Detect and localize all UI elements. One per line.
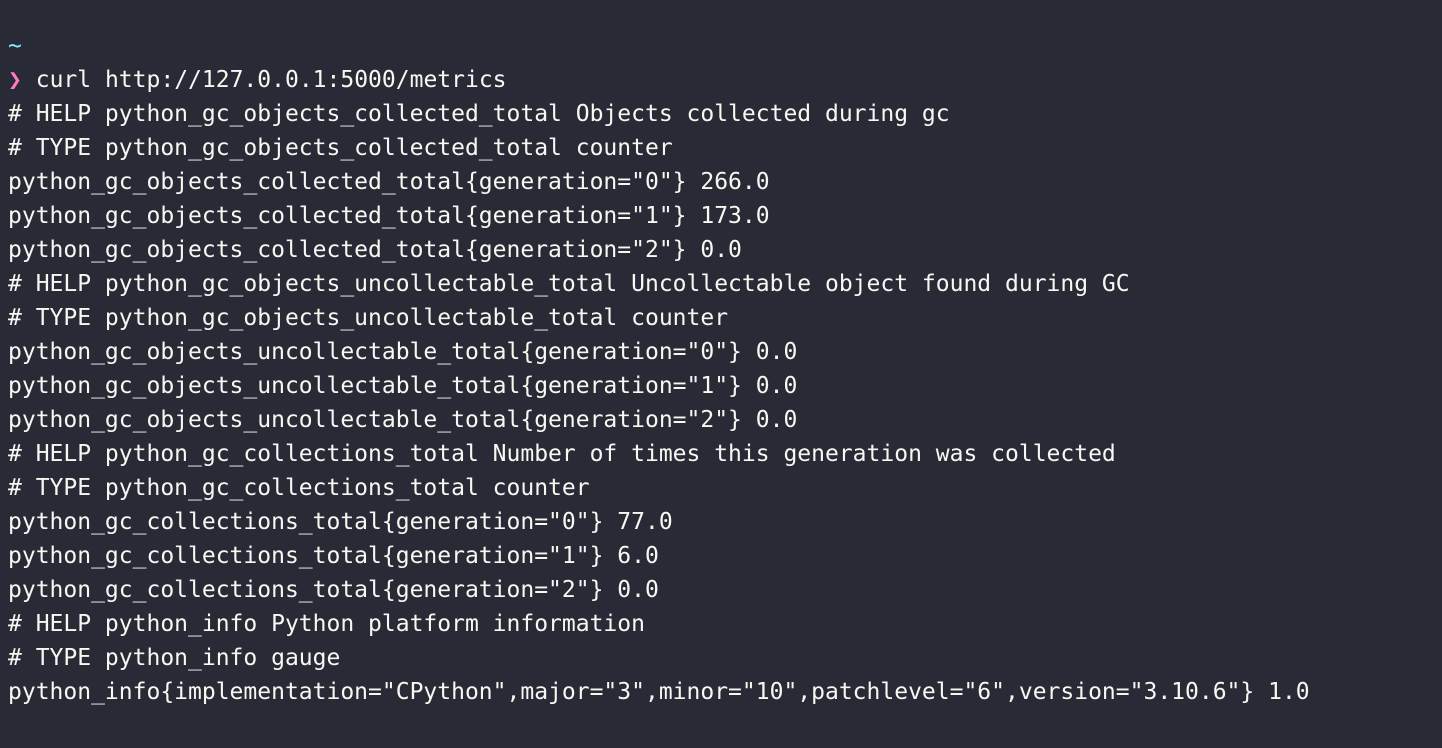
output-line: python_gc_objects_uncollectable_total{ge…	[8, 373, 798, 399]
output-line: python_gc_collections_total{generation="…	[8, 577, 659, 603]
output-line: python_gc_collections_total{generation="…	[8, 509, 673, 535]
output-line: python_gc_collections_total{generation="…	[8, 543, 659, 569]
output-line: # HELP python_gc_collections_total Numbe…	[8, 441, 1116, 467]
output-line: python_gc_objects_collected_total{genera…	[8, 169, 770, 195]
current-directory: ~	[8, 33, 22, 59]
output-line: python_gc_objects_collected_total{genera…	[8, 237, 742, 263]
command-line[interactable]: ❯ curl http://127.0.0.1:5000/metrics	[8, 63, 1442, 97]
command-output: # HELP python_gc_objects_collected_total…	[8, 97, 1442, 709]
output-line: python_gc_objects_collected_total{genera…	[8, 203, 770, 229]
output-line: # TYPE python_info gauge	[8, 645, 341, 671]
output-line: python_info{implementation="CPython",maj…	[8, 679, 1310, 705]
terminal-window[interactable]: ~ ❯ curl http://127.0.0.1:5000/metrics #…	[0, 0, 1442, 748]
output-line: # HELP python_gc_objects_collected_total…	[8, 101, 950, 127]
output-line: # TYPE python_gc_objects_collected_total…	[8, 135, 673, 161]
output-line: # HELP python_gc_objects_uncollectable_t…	[8, 271, 1130, 297]
output-line: # HELP python_info Python platform infor…	[8, 611, 645, 637]
output-line: python_gc_objects_uncollectable_total{ge…	[8, 339, 798, 365]
output-line: python_gc_objects_uncollectable_total{ge…	[8, 407, 798, 433]
output-line: # TYPE python_gc_collections_total count…	[8, 475, 590, 501]
command-text: curl http://127.0.0.1:5000/metrics	[35, 67, 507, 93]
output-line: # TYPE python_gc_objects_uncollectable_t…	[8, 305, 729, 331]
prompt-icon: ❯	[8, 67, 22, 93]
